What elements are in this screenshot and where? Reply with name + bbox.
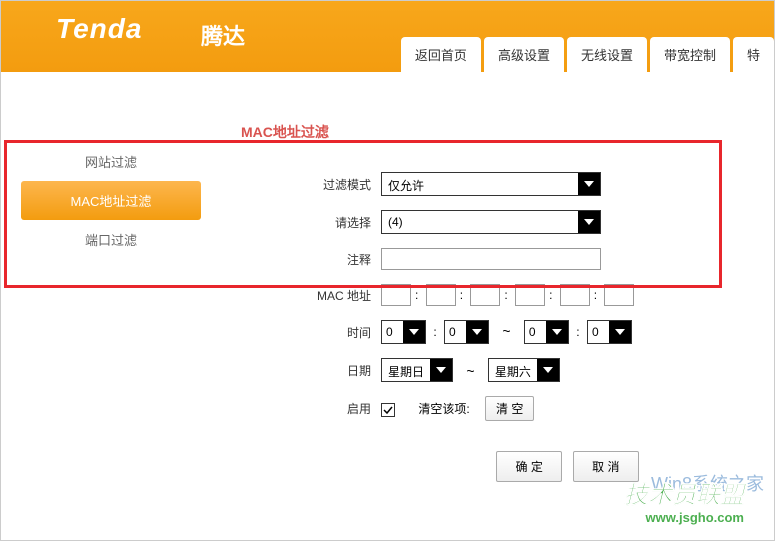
chevron-down-icon: [466, 321, 488, 343]
mac-input-1[interactable]: [381, 284, 411, 306]
time-start-hour[interactable]: 0: [381, 320, 426, 344]
clear-label: 清空该项:: [418, 402, 469, 416]
mac-input-6[interactable]: [604, 284, 634, 306]
mac-label: MAC 地址: [241, 287, 381, 304]
chevron-down-icon: [403, 321, 425, 343]
nav-tab-special[interactable]: 特: [733, 37, 774, 72]
mac-input-2[interactable]: [426, 284, 456, 306]
time-end-hour[interactable]: 0: [524, 320, 569, 344]
sidebar-item-mac-filter[interactable]: MAC地址过滤: [21, 181, 201, 220]
watermark: Win8系统之家 技术员联盟 www.jsgho.com: [624, 475, 744, 525]
filter-mode-select[interactable]: 仅允许: [381, 172, 601, 196]
chevron-down-icon: [609, 321, 631, 343]
comment-input[interactable]: [381, 248, 601, 270]
logo-text: Tenda: [56, 13, 142, 45]
mac-input-3[interactable]: [470, 284, 500, 306]
mac-input-5[interactable]: [560, 284, 590, 306]
date-start-select[interactable]: 星期日: [381, 358, 453, 382]
select-label: 请选择: [241, 214, 381, 231]
chevron-down-icon: [537, 359, 559, 381]
nav-tab-home[interactable]: 返回首页: [401, 37, 481, 72]
check-icon: [383, 405, 393, 415]
nav-tab-wireless[interactable]: 无线设置: [567, 37, 647, 72]
comment-label: 注释: [241, 251, 381, 268]
time-label: 时间: [241, 324, 381, 341]
logo-cn: 腾达: [201, 19, 245, 51]
page-title: MAC地址过滤: [241, 122, 754, 142]
chevron-down-icon: [546, 321, 568, 343]
watermark-url: www.jsgho.com: [624, 510, 744, 525]
time-start-min[interactable]: 0: [444, 320, 489, 344]
sidebar-item-port-filter[interactable]: 端口过滤: [21, 220, 201, 259]
mac-input-4[interactable]: [515, 284, 545, 306]
header: Tenda 腾达 返回首页 高级设置 无线设置 带宽控制 特: [1, 1, 774, 72]
item-select[interactable]: (4): [381, 210, 601, 234]
chevron-down-icon: [578, 211, 600, 233]
sidebar: 网站过滤 MAC地址过滤 端口过滤: [21, 82, 201, 540]
date-label: 日期: [241, 362, 381, 379]
clear-button[interactable]: 清 空: [485, 396, 534, 421]
chevron-down-icon: [578, 173, 600, 195]
sidebar-item-website-filter[interactable]: 网站过滤: [21, 142, 201, 181]
chevron-down-icon: [430, 359, 452, 381]
watermark-title: 技术员联盟: [624, 475, 744, 510]
confirm-button[interactable]: 确 定: [496, 451, 561, 482]
date-end-select[interactable]: 星期六: [488, 358, 560, 382]
nav-tab-advanced[interactable]: 高级设置: [484, 37, 564, 72]
nav-tabs: 返回首页 高级设置 无线设置 带宽控制 特: [401, 37, 774, 72]
enable-label: 启用: [241, 400, 381, 417]
filter-mode-label: 过滤模式: [241, 176, 381, 193]
enable-checkbox[interactable]: [381, 403, 395, 417]
time-end-min[interactable]: 0: [587, 320, 632, 344]
nav-tab-bandwidth[interactable]: 带宽控制: [650, 37, 730, 72]
